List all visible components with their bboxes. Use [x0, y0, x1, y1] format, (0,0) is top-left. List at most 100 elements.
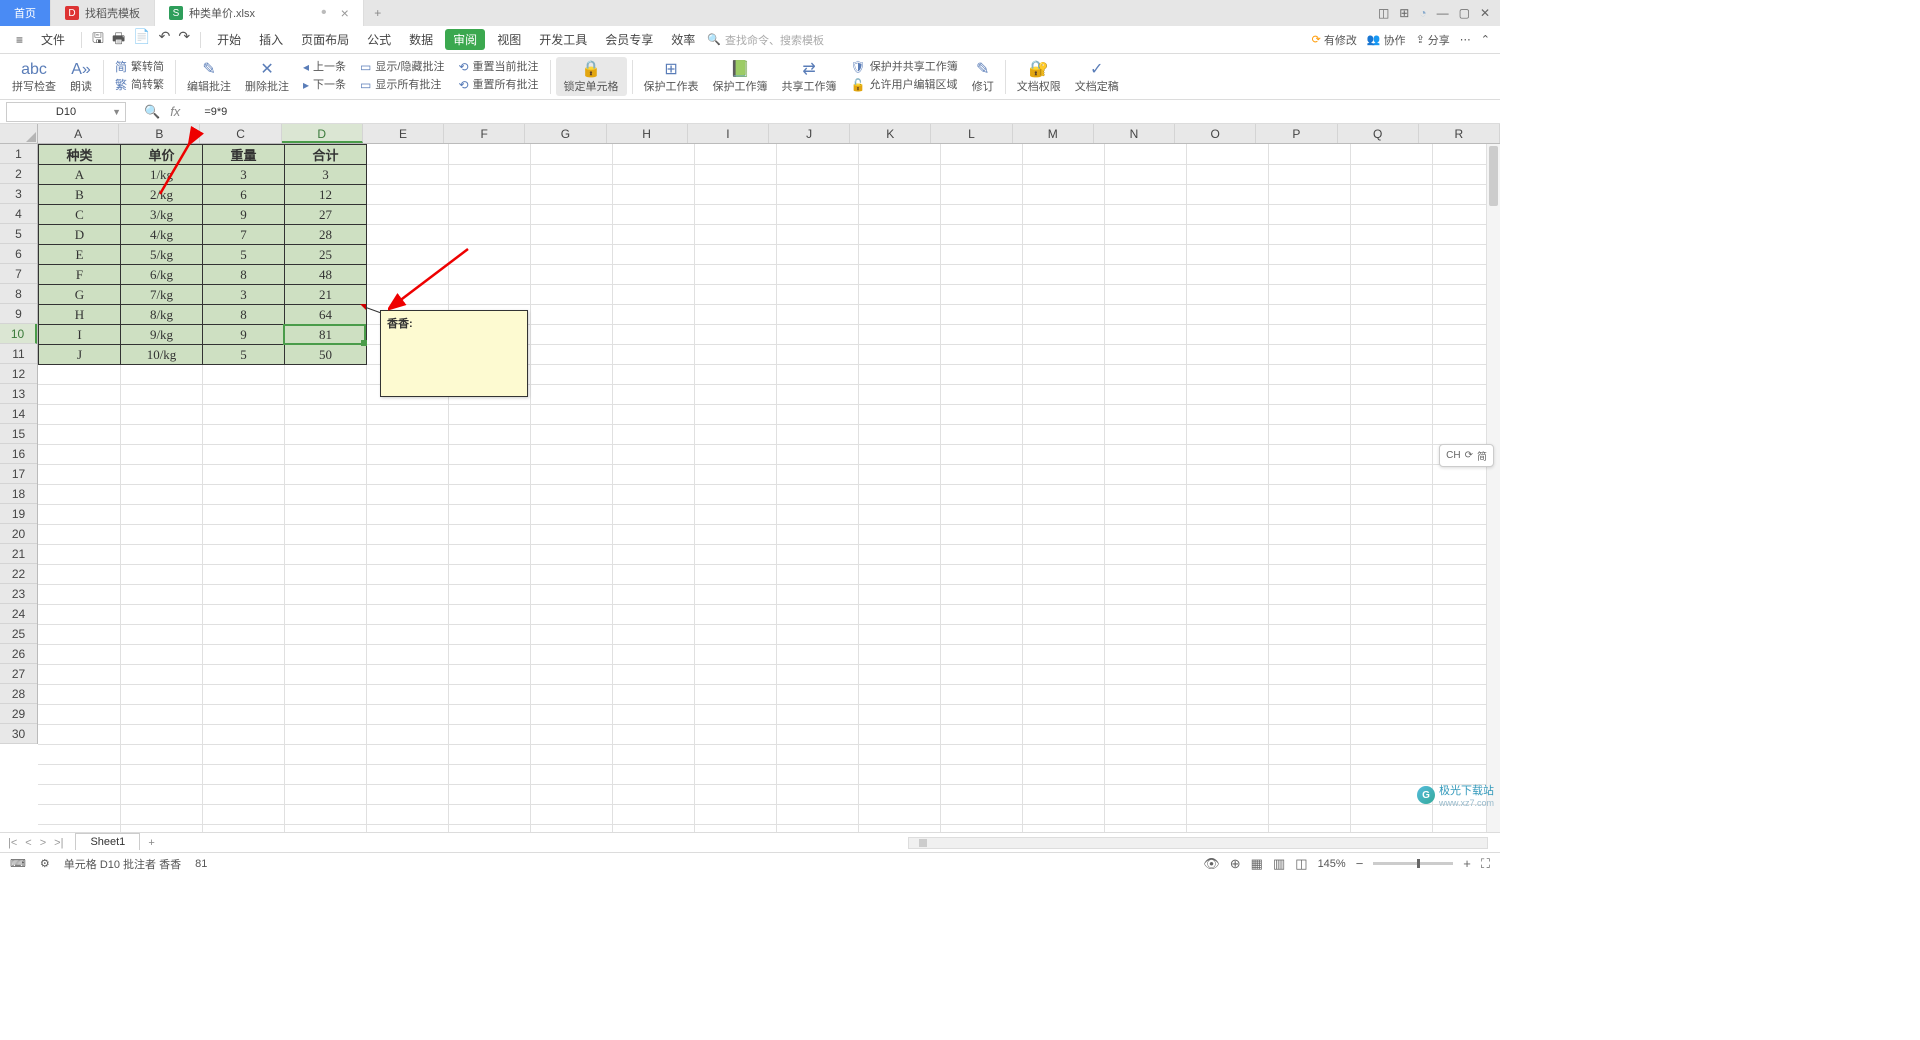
column-header[interactable]: B: [119, 124, 200, 143]
data-cell[interactable]: 8: [203, 305, 285, 325]
row-header[interactable]: 5: [0, 224, 37, 244]
select-all-corner[interactable]: [0, 124, 38, 144]
header-cell[interactable]: 重量: [203, 145, 285, 165]
row-header[interactable]: 19: [0, 504, 37, 524]
data-cell[interactable]: 7/kg: [121, 285, 203, 305]
maximize-icon[interactable]: ▢: [1459, 6, 1470, 20]
spellcheck-button[interactable]: abc拼写检查: [6, 59, 62, 94]
horizontal-scrollbar[interactable]: [908, 837, 1488, 849]
column-header[interactable]: L: [931, 124, 1012, 143]
expand-icon[interactable]: ⌃: [1481, 33, 1490, 46]
ime-badge[interactable]: CH ⟳ 简: [1439, 444, 1494, 467]
row-header[interactable]: 1: [0, 144, 37, 164]
zoom-icon[interactable]: 🔍: [144, 104, 160, 120]
mode-icon[interactable]: ⌨: [10, 857, 26, 870]
column-header[interactable]: C: [200, 124, 281, 143]
row-header[interactable]: 14: [0, 404, 37, 424]
column-header[interactable]: G: [525, 124, 606, 143]
fzj-button[interactable]: 简繁转简: [115, 59, 164, 77]
menu-item-active[interactable]: 审阅: [445, 29, 485, 50]
formula-input[interactable]: =9*9: [198, 106, 1500, 118]
data-cell[interactable]: 3: [285, 165, 367, 185]
prev-button[interactable]: ◂上一条: [303, 59, 346, 77]
print-icon[interactable]: 🖶: [112, 28, 125, 52]
data-cell[interactable]: 10/kg: [121, 345, 203, 365]
save-icon[interactable]: 🖫: [92, 28, 104, 52]
row-header[interactable]: 2: [0, 164, 37, 184]
column-header[interactable]: F: [444, 124, 525, 143]
data-cell[interactable]: 7: [203, 225, 285, 245]
column-header[interactable]: D: [282, 124, 363, 143]
chevron-down-icon[interactable]: ▼: [112, 107, 121, 117]
menu-item[interactable]: 公式: [361, 28, 397, 51]
row-header[interactable]: 16: [0, 444, 37, 464]
sheet-last-icon[interactable]: >|: [54, 837, 63, 849]
perm-button[interactable]: 🔐文档权限: [1011, 59, 1067, 94]
split-view-icon[interactable]: ◫: [1295, 856, 1307, 872]
grid-icon[interactable]: ⊞: [1399, 6, 1409, 20]
column-header[interactable]: R: [1419, 124, 1500, 143]
scroll-thumb[interactable]: [919, 839, 927, 847]
minimize-icon[interactable]: —: [1437, 6, 1449, 20]
row-header[interactable]: 8: [0, 284, 37, 304]
data-cell[interactable]: 64: [285, 305, 367, 325]
row-header[interactable]: 21: [0, 544, 37, 564]
column-header[interactable]: N: [1094, 124, 1175, 143]
data-cell[interactable]: 12: [285, 185, 367, 205]
zoom-out-icon[interactable]: −: [1356, 856, 1364, 871]
sheet-first-icon[interactable]: |<: [8, 837, 17, 849]
header-cell[interactable]: 单价: [121, 145, 203, 165]
data-cell[interactable]: 2/kg: [121, 185, 203, 205]
row-header[interactable]: 29: [0, 704, 37, 724]
data-cell[interactable]: 3: [203, 285, 285, 305]
sheet-tab[interactable]: Sheet1: [75, 833, 140, 850]
data-cell[interactable]: 5/kg: [121, 245, 203, 265]
track-button[interactable]: ✎修订: [966, 59, 1000, 94]
row-header[interactable]: 20: [0, 524, 37, 544]
show-all-button[interactable]: ▭显示所有批注: [360, 77, 441, 95]
redo-icon[interactable]: ↷: [178, 28, 190, 52]
column-header[interactable]: I: [688, 124, 769, 143]
share-button[interactable]: ⇪ 分享: [1416, 32, 1450, 48]
allow-edit-button[interactable]: 🔓允许用户编辑区域: [851, 77, 958, 95]
tab-home[interactable]: 首页: [0, 0, 51, 26]
edit-comment-button[interactable]: ✎编辑批注: [181, 59, 237, 94]
menu-item[interactable]: 开发工具: [533, 28, 593, 51]
data-cell[interactable]: D: [39, 225, 121, 245]
cells-area[interactable]: 种类单价重量合计A1/kg33B2/kg612C3/kg927D4/kg728E…: [38, 144, 1500, 832]
row-header[interactable]: 15: [0, 424, 37, 444]
row-header[interactable]: 6: [0, 244, 37, 264]
reset-all-button[interactable]: ⟲重置所有批注: [458, 77, 538, 95]
row-header[interactable]: 7: [0, 264, 37, 284]
zoom-slider[interactable]: [1373, 862, 1453, 865]
fullscreen-icon[interactable]: ⛶: [1481, 856, 1490, 872]
header-cell[interactable]: 合计: [285, 145, 367, 165]
lock-cell-button[interactable]: 🔒锁定单元格: [556, 57, 627, 96]
data-cell[interactable]: B: [39, 185, 121, 205]
coop-button[interactable]: 👥 协作: [1367, 32, 1406, 48]
row-header[interactable]: 10: [0, 324, 37, 344]
undo-icon[interactable]: ↶: [159, 28, 171, 52]
column-header[interactable]: P: [1256, 124, 1337, 143]
row-header[interactable]: 12: [0, 364, 37, 384]
data-cell[interactable]: 8: [203, 265, 285, 285]
row-header[interactable]: 3: [0, 184, 37, 204]
close-icon[interactable]: ×: [341, 5, 349, 21]
data-cell[interactable]: 3/kg: [121, 205, 203, 225]
reset-cur-button[interactable]: ⟲重置当前批注: [458, 59, 538, 77]
data-cell[interactable]: 9/kg: [121, 325, 203, 345]
eye-icon[interactable]: 👁: [1203, 856, 1220, 872]
data-cell[interactable]: 8/kg: [121, 305, 203, 325]
column-header[interactable]: J: [769, 124, 850, 143]
scroll-thumb[interactable]: [1489, 146, 1498, 206]
row-header[interactable]: 9: [0, 304, 37, 324]
center-icon[interactable]: ⊕: [1230, 856, 1241, 872]
data-cell[interactable]: 4/kg: [121, 225, 203, 245]
sheet-next-icon[interactable]: >: [40, 837, 46, 849]
close-window-icon[interactable]: ✕: [1480, 6, 1490, 20]
preview-icon[interactable]: 📄: [133, 28, 150, 52]
data-cell[interactable]: I: [39, 325, 121, 345]
menu-item[interactable]: 插入: [253, 28, 289, 51]
data-cell[interactable]: 50: [285, 345, 367, 365]
row-header[interactable]: 26: [0, 644, 37, 664]
